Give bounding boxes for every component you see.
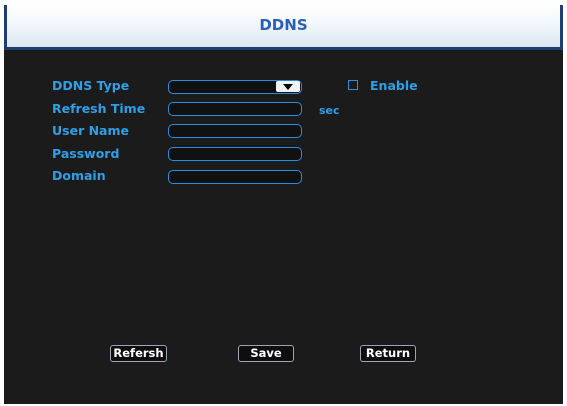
password-input[interactable] xyxy=(168,147,302,161)
user-name-label: User Name xyxy=(52,123,129,138)
password-label: Password xyxy=(52,146,120,161)
chevron-down-icon xyxy=(283,84,293,90)
domain-label: Domain xyxy=(52,168,106,183)
title-divider xyxy=(4,47,563,50)
ddns-type-select[interactable] xyxy=(168,80,302,94)
refresh-button[interactable]: Refersh xyxy=(110,345,167,362)
title-bar: DDNS xyxy=(4,5,563,47)
refresh-time-label: Refresh Time xyxy=(52,101,146,116)
dropdown-button[interactable] xyxy=(276,81,300,92)
save-button[interactable]: Save xyxy=(238,345,294,362)
refresh-time-input[interactable] xyxy=(168,102,302,116)
return-button[interactable]: Return xyxy=(360,345,416,362)
enable-checkbox[interactable] xyxy=(348,80,358,90)
ddns-type-label: DDNS Type xyxy=(52,78,130,93)
refresh-time-unit: sec xyxy=(319,104,340,117)
user-name-input[interactable] xyxy=(168,124,302,138)
enable-label: Enable xyxy=(370,78,418,93)
window-title: DDNS xyxy=(259,16,308,34)
domain-input[interactable] xyxy=(168,170,302,184)
